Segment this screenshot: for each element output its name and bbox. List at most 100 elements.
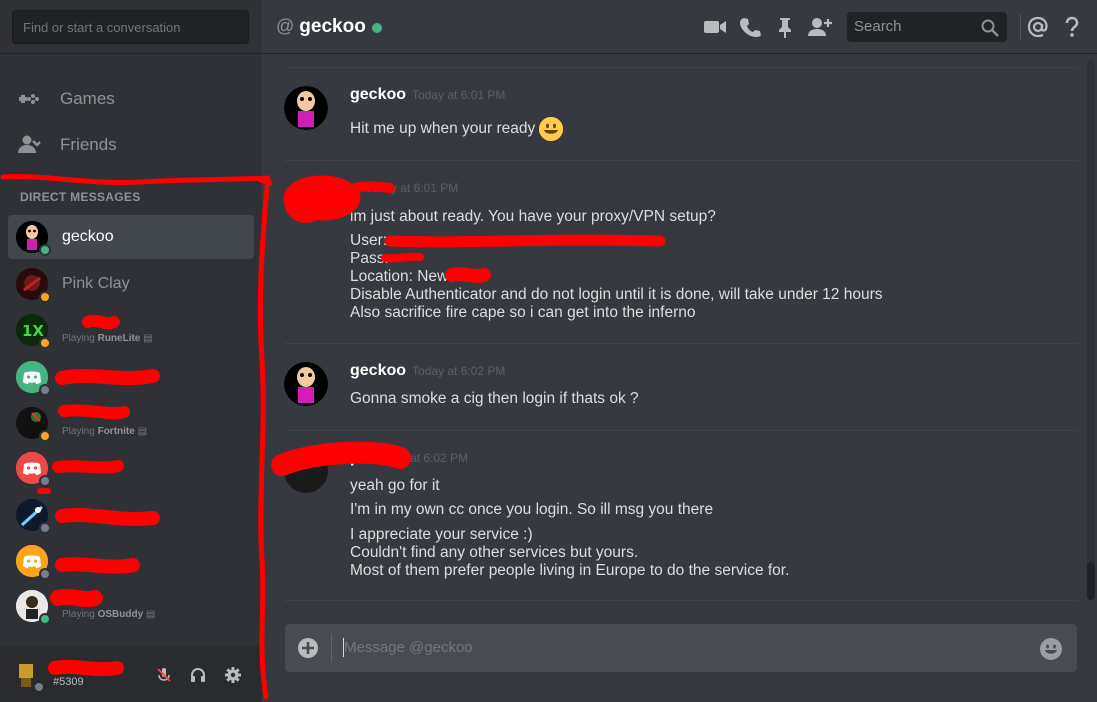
user-settings-button[interactable] [222,664,244,686]
voice-call-button[interactable] [737,14,763,40]
channel-header: @ geckoo Search [262,0,1097,54]
message-text: Couldn't find any other services but you… [350,544,639,561]
help-button[interactable] [1059,14,1085,40]
add-friend-to-dm-button[interactable] [807,14,833,40]
avatar [16,221,51,256]
message-text: Pass: [350,250,389,267]
channel-title: geckoo [299,15,366,37]
add-user-icon [808,18,832,36]
video-call-button[interactable] [702,14,728,40]
avatar [16,499,51,534]
smiley-emoji-icon [539,117,564,141]
message-author[interactable]: geckoo [350,362,406,379]
headphones-icon [191,668,205,682]
user-avatar[interactable] [10,658,45,693]
message-author[interactable]: pe [350,449,369,466]
dm-item-user-4[interactable] [8,355,254,399]
at-symbol: @ [276,16,295,36]
message-group: geckoo Today at 6:02 PM Gonna smoke a cig… [284,362,1077,432]
nav-friends[interactable]: Friends [14,127,117,163]
avatar [16,407,51,442]
dm-name: geckoo [62,228,114,245]
dm-item-fortnite-user[interactable]: Playing Fortnite ▤ [8,401,254,445]
message-author[interactable]: e [350,179,359,196]
message-text: I appreciate your service :) [350,526,533,543]
friends-icon [14,130,44,160]
message-list[interactable]: geckoo Today at 6:01 PM Hit me up when yo… [262,55,1087,615]
avatar[interactable] [284,362,328,406]
message-timestamp: Today at 6:01 PM [364,181,459,195]
status-idle [39,430,51,442]
gear-icon [225,667,241,683]
deafen-button[interactable] [187,664,209,686]
pin-icon [779,18,791,38]
upload-button[interactable] [297,637,319,664]
message-timestamp: Today at 6:01 PM [412,88,506,102]
avatar [16,361,51,396]
message-timestamp: Today at 6:02 PM [374,451,469,465]
message-text: yeah go for it [350,477,440,494]
discord-window: Find or start a conversation Games Frien… [0,0,1097,702]
message-group: geckoo Today at 6:01 PM Hit me up when yo… [284,86,1077,161]
avatar [16,452,51,487]
dm-activity: Playing Fortnite ▤ [62,425,148,437]
dm-item-user-7[interactable] [8,493,254,537]
phone-icon [740,18,761,37]
message-group: e Today at 6:01 PM im just about ready. Y… [284,179,1077,339]
gamepad-icon [14,84,44,114]
message-text: im just about ready. You have your proxy… [350,208,716,225]
status-online [371,22,382,33]
dm-item-user-8[interactable] [8,539,254,583]
video-camera-icon [704,21,726,33]
dm-item-runelite-user[interactable]: 1X Playing RuneLite ▤ [8,308,254,352]
nav-games-label: Games [60,89,115,108]
dm-item-geckoo[interactable]: geckoo [8,215,254,259]
direct-messages-header: DIRECT MESSAGES [20,190,141,204]
message-author[interactable]: geckoo [350,86,406,103]
status-offline [39,568,51,580]
find-conversation-input[interactable]: Find or start a conversation [12,10,249,44]
message-text: I'm in my own cc once you login. So ill … [350,501,714,518]
dm-item-pink-clay[interactable]: Pink Clay [8,262,254,306]
status-offline [33,681,45,693]
dm-item-user-6[interactable] [8,446,254,490]
mute-mic-button[interactable] [153,664,175,686]
message-text: User: [350,232,388,249]
avatar [16,268,51,303]
dm-item-osbuddy-user[interactable]: Playing OSBuddy ▤ [8,584,254,628]
at-mention-icon [1027,16,1048,38]
avatar [16,590,51,625]
avatar[interactable] [284,449,328,493]
scrollbar-thumb[interactable] [1087,562,1095,600]
message-text: Also sacrifice fire cape so i can get in… [350,304,696,321]
message-composer[interactable]: Message @geckoo [285,624,1077,672]
dm-name: Pink Clay [62,275,130,292]
dm-activity: Playing OSBuddy ▤ [62,608,156,620]
message-timestamp: Today at 6:02 PM [412,364,506,378]
avatar[interactable] [284,86,328,130]
message-text: Gonna smoke a cig then login if thats ok… [350,390,639,407]
plus-icon [298,638,318,658]
help-icon [1065,16,1079,37]
message-input[interactable]: Message @geckoo [344,639,473,656]
emoji-icon [1040,638,1062,660]
avatar[interactable] [284,179,328,223]
nav-friends-label: Friends [60,135,117,154]
search-placeholder: Search [854,18,902,35]
message-scrollbar[interactable] [1087,60,1095,600]
status-offline [39,522,51,534]
avatar [16,545,51,580]
mic-muted-icon [157,668,171,682]
dm-activity: Playing RuneLite ▤ [62,332,153,344]
mentions-button[interactable] [1025,14,1051,40]
message-group: pe Today at 6:02 PM yeah go for it I'm in… [284,449,1077,599]
message-text: Disable Authenticator and do not login u… [350,286,883,303]
sidebar: Find or start a conversation Games Frien… [0,0,262,702]
message-text: Most of them prefer people living in Eur… [350,562,790,579]
pinned-messages-button[interactable] [772,14,798,40]
status-idle [39,337,51,349]
user-panel: #5309 [0,646,262,702]
search-input[interactable]: Search [847,12,1007,42]
nav-games[interactable]: Games [14,81,115,117]
emoji-picker-button[interactable] [1039,637,1063,666]
